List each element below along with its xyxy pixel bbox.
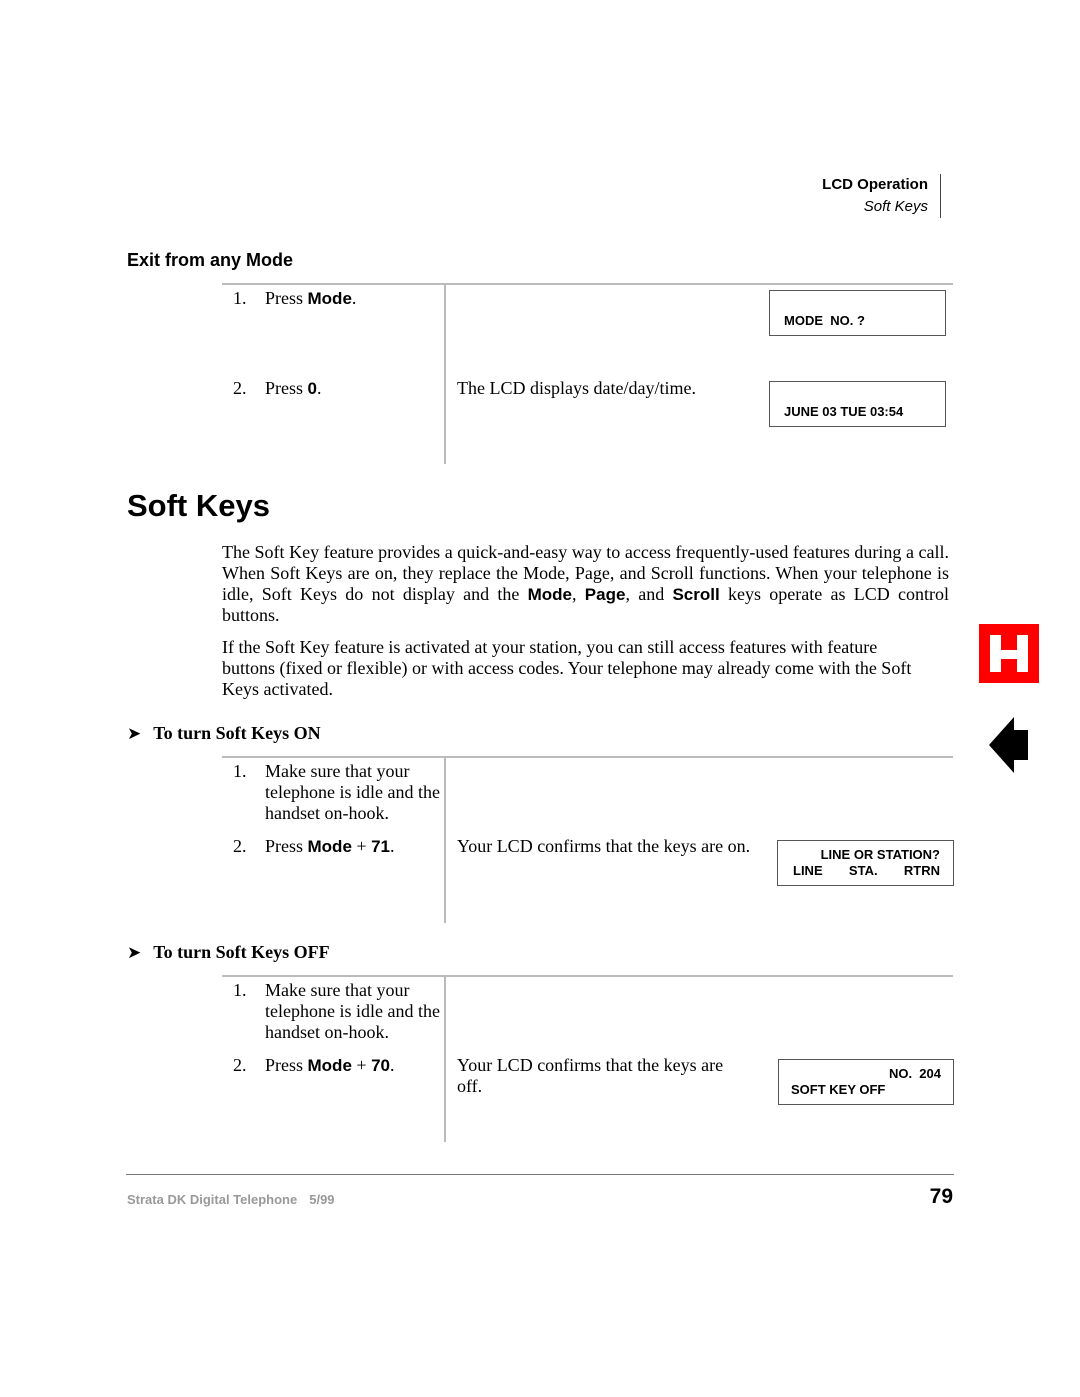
step-text: Make sure that your telephone is idle an… (265, 980, 440, 1042)
page-number: 79 (929, 1185, 953, 1208)
step-number: 2. (233, 836, 247, 856)
column-divider (444, 285, 446, 464)
chapter-title: LCD Operation (822, 176, 928, 193)
off-step-1: 1. Make sure that your telephone is idle… (233, 980, 443, 1046)
code-label: 70 (371, 1056, 390, 1075)
step-result: Your LCD confirms that the keys are off. (457, 1055, 724, 1096)
code-label: 71 (371, 837, 390, 856)
page-title: Soft Keys (127, 488, 270, 523)
step-text: Press Mode + 70. (265, 1055, 395, 1075)
page-key-label: Page (584, 585, 626, 604)
procedure-heading-off: ➤ To turn Soft Keys OFF (127, 942, 330, 963)
on-step-1: 1. Make sure that your telephone is idle… (233, 761, 443, 827)
activation-paragraph: If the Soft Key feature is activated at … (222, 637, 912, 699)
table-top-rule (222, 283, 953, 285)
lcd-display: JUNE 03 TUE 03:54 (769, 381, 946, 427)
table-top-rule (222, 975, 953, 977)
step-number: 2. (233, 378, 247, 398)
lcd-softkey-line: LINE (793, 863, 823, 878)
h-letter-right (1017, 635, 1028, 672)
mode-key-label: Mode (527, 585, 573, 604)
exit-step-1: 1. Press Mode. (233, 288, 443, 312)
lcd-line: MODE NO. ? (784, 313, 865, 328)
arrow-bullet-icon: ➤ (127, 943, 142, 963)
scroll-key-label: Scroll (672, 585, 720, 604)
lcd-softkey-return: RTRN (903, 863, 940, 878)
zero-key-label: 0 (307, 379, 317, 398)
intro-paragraph: The Soft Key feature provides a quick-an… (222, 542, 950, 625)
lcd-line: SOFT KEY OFF (791, 1082, 886, 1097)
exit-mode-heading: Exit from any Mode (127, 250, 294, 270)
table-top-rule (222, 756, 953, 758)
off-step-2: 2. Press Mode + 70. (233, 1055, 443, 1079)
lcd-line: JUNE 03 TUE 03:54 (784, 404, 904, 419)
lcd-line: LINE OR STATION? (820, 847, 940, 862)
step-text: Press Mode. (265, 288, 357, 308)
step-number: 1. (233, 288, 247, 308)
lcd-line: NO. 204 (888, 1066, 941, 1081)
arrow-bullet-icon: ➤ (127, 724, 142, 744)
footer-date: 5/99 (309, 1192, 335, 1207)
footer-rule (126, 1174, 954, 1175)
step-text: Press Mode + 71. (265, 836, 395, 856)
step-result: Your LCD confirms that the keys are on. (457, 836, 751, 856)
lcd-display: LINE OR STATION? LINE STA. RTRN (777, 840, 954, 886)
lcd-softkey-station: STA. (848, 863, 878, 878)
lcd-display: MODE NO. ? (769, 290, 946, 336)
running-header: LCD Operation Soft Keys (822, 174, 941, 218)
section-title: Soft Keys (863, 198, 928, 215)
h-letter-left (990, 635, 1001, 672)
step-text: Press 0. (265, 378, 322, 398)
exit-step-2: 2. Press 0. (233, 378, 443, 402)
mode-key-label: Mode (307, 1056, 352, 1075)
lcd-softkey-row: LINE STA. RTRN (793, 863, 940, 879)
step-text: Make sure that your telephone is idle an… (265, 761, 440, 823)
mode-key-label: Mode (307, 837, 352, 856)
step-number: 1. (233, 980, 247, 1000)
lcd-display: NO. 204 SOFT KEY OFF (778, 1059, 954, 1105)
h-letter-bar (1001, 650, 1017, 659)
procedure-heading-on: ➤ To turn Soft Keys ON (127, 723, 321, 744)
back-arrow-icon[interactable] (989, 716, 1029, 774)
section-tab-h[interactable] (979, 624, 1039, 683)
step-result: The LCD displays date/day/time. (457, 378, 696, 398)
footer-book-title: Strata DK Digital Telephone 5/99 (127, 1192, 335, 1207)
step-number: 2. (233, 1055, 247, 1075)
mode-key-label: Mode (307, 289, 352, 308)
step-number: 1. (233, 761, 247, 781)
on-step-2: 2. Press Mode + 71. (233, 836, 443, 860)
